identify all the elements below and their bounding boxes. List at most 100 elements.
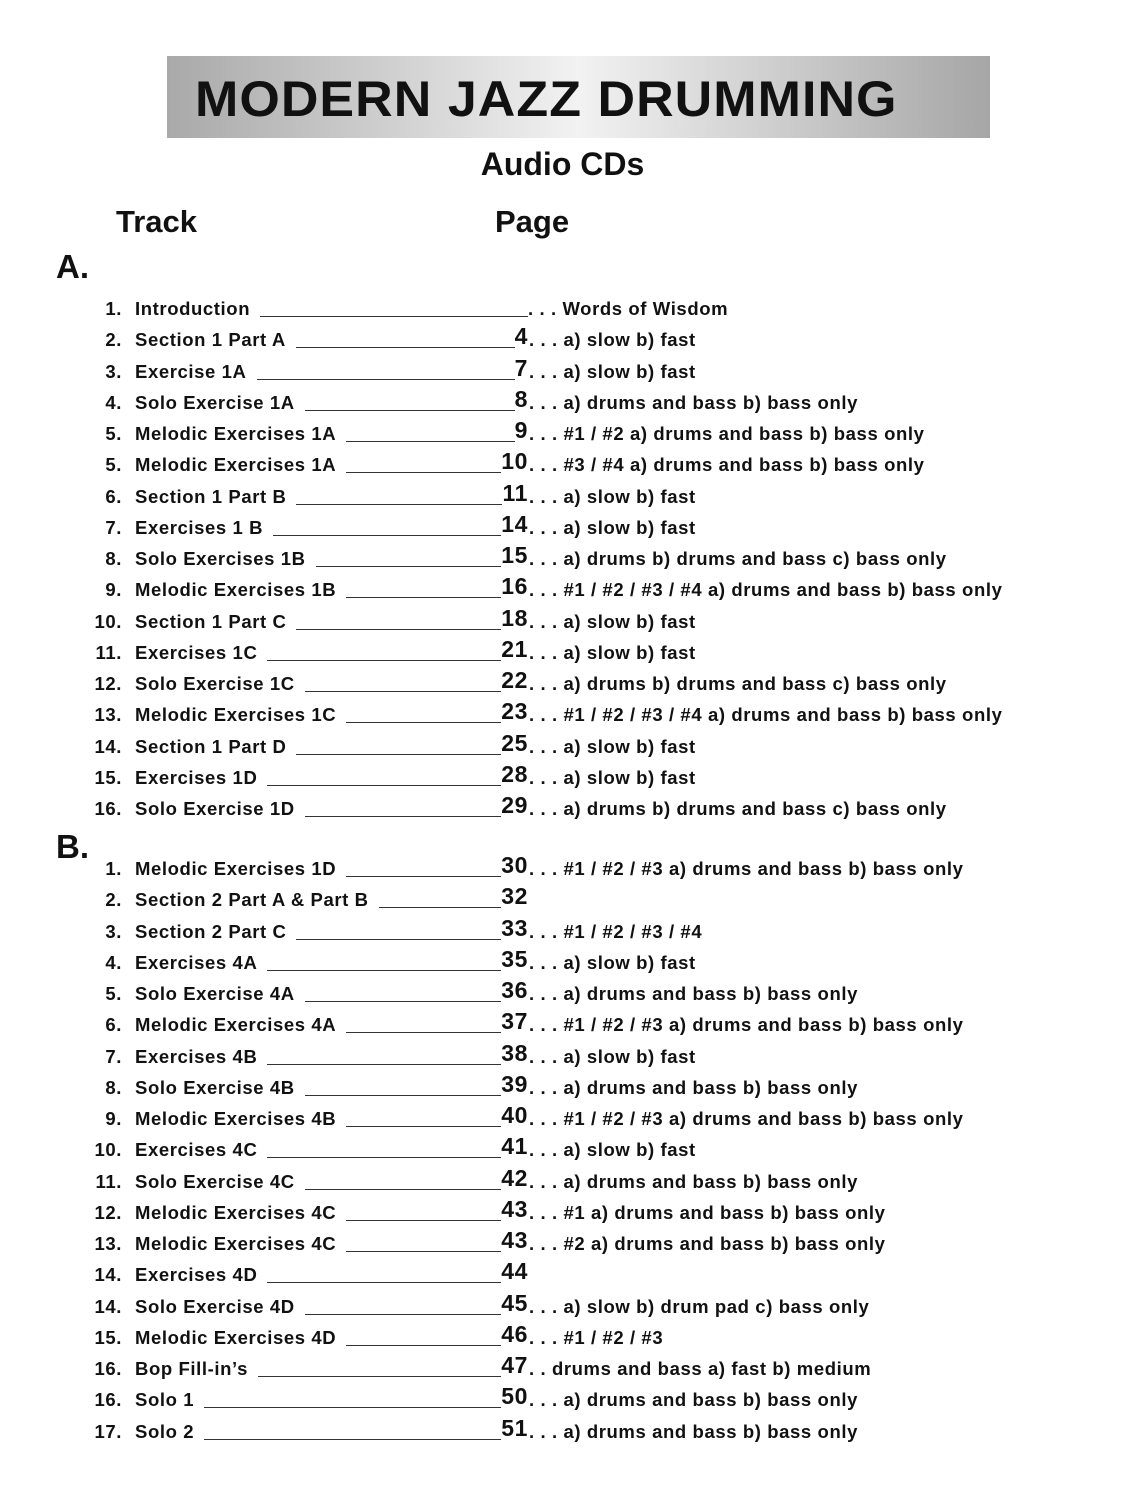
page-number: 9 [514,417,528,443]
leader-line [346,1251,501,1252]
page-number: 11 [502,479,528,506]
track-title: Solo Exercise 1D [135,798,295,819]
page-number: 15 [501,542,528,568]
track-description: . . . #2 a) drums and bass b) bass only [529,1233,886,1254]
leader-line [305,1313,501,1315]
track-title: Melodic Exercises 4A [135,1014,337,1036]
track-title: Melodic Exercises 1C [135,704,337,726]
track-number: 10. [94,1139,122,1161]
track-number: 8. [105,548,122,569]
track-number: 13. [94,1233,122,1254]
track-row: 4. Solo Exercise 1A 8. . . a) drums and ba… [0,386,1125,417]
page-number: 23 [501,698,528,725]
track-number: 16. [94,1389,122,1411]
track-row: 2. Section 1 Part A 4. . . a) slow b) fast [0,323,1125,354]
page-number: 8 [514,385,528,412]
leader-line [305,691,501,692]
track-description: . . . a) slow b) fast [529,1045,696,1067]
leader-line [204,1438,501,1440]
page-number: 36 [501,977,528,1003]
track-number: 5. [105,454,122,476]
page-number: 14 [501,510,528,537]
track-description: . . . a) slow b) drum pad c) bass only [529,1295,870,1317]
track-number: 16. [94,798,122,819]
track-title: Section 2 Part C [135,920,287,942]
page-number: 40 [501,1102,528,1128]
track-description: . . . a) slow b) fast [529,766,696,788]
page-number: 42 [501,1164,528,1191]
track-row: 15. Melodic Exercises 4D 46. . . #1 / #2 /… [0,1321,1125,1352]
track-title: Melodic Exercises 1D [135,858,337,879]
track-title: Section 2 Part A & Part B [135,889,369,911]
track-number: 6. [105,1014,122,1036]
track-number: 14. [94,1295,122,1317]
track-row: 10. Section 1 Part C 18. . . a) slow b) fa… [0,605,1125,636]
track-description: . . . a) drums and bass b) bass only [529,1389,858,1411]
leader-line [346,1126,501,1127]
leader-line [346,1344,501,1346]
track-row: 16. Solo 1 50. . . a) drums and bass b) ba… [0,1383,1125,1414]
leader-line [296,628,501,630]
track-description: . . . #1 / #2 / #3 a) drums and bass b) … [529,1014,964,1036]
track-number: 13. [94,704,122,726]
page-number: 50 [501,1383,528,1410]
track-number: 3. [105,920,122,942]
track-description: . . . #1 / #2 / #3 a) drums and bass b) … [529,1108,964,1129]
track-number: 11. [95,1170,122,1192]
track-row: 8. Solo Exercises 1B 15. . . a) drums b) d… [0,542,1125,573]
track-description: . . . a) drums and bass b) bass only [529,1420,858,1442]
leader-line [267,969,501,971]
track-number: 3. [105,360,122,382]
track-description: . . . a) slow b) fast [529,360,696,382]
track-description: . . . a) slow b) fast [529,641,696,663]
track-number: 8. [105,1076,122,1098]
track-row: 12. Solo Exercise 1C 22. . . a) drums b) d… [0,667,1125,698]
track-description: . . drums and bass a) fast b) medium [529,1358,872,1379]
track-number: 4. [105,391,122,413]
track-title: Melodic Exercises 4B [135,1108,337,1129]
leader-line [346,472,501,474]
track-title: Exercises 4C [135,1139,258,1161]
track-title: Exercises 4D [135,1264,258,1286]
track-title: Melodic Exercises 1A [135,423,337,444]
track-number: 9. [105,1108,122,1129]
track-title: Section 1 Part B [135,485,287,507]
track-title: Solo 2 [135,1420,195,1442]
track-description: . . . #3 / #4 a) drums and bass b) bass … [529,454,925,476]
page-number: 38 [501,1039,528,1066]
page-number: 45 [501,1289,528,1316]
page-number: 35 [501,945,528,972]
leader-line [305,409,515,411]
track-description: . . . a) drums and bass b) bass only [529,1170,858,1192]
track-number: 2. [105,329,122,351]
track-description: . . . a) slow b) fast [529,485,696,507]
leader-line [346,597,501,599]
column-header-page: Page [495,204,570,239]
track-row: 3. Exercise 1A 7. . . a) slow b) fast [0,355,1125,386]
track-description: . . . a) drums and bass b) bass only [529,1076,858,1098]
track-row: 5. Melodic Exercises 1A 10. . . #3 / #4 a)… [0,448,1125,479]
page-number: 18 [501,604,528,631]
leader-line [346,876,501,877]
page-number: 7 [514,354,528,381]
track-number: 6. [105,485,122,507]
leader-line [346,441,515,442]
leader-line [346,1032,501,1034]
track-number: 11. [95,641,122,663]
track-row: 13. Melodic Exercises 4C 43. . . #2 a) dru… [0,1227,1125,1258]
track-description: . . . a) slow b) fast [529,951,696,973]
track-row: 16. Solo Exercise 1D 29. . . a) drums b) d… [0,792,1125,823]
title-banner: MODERN JAZZ DRUMMING [167,56,990,138]
track-description: . . . a) slow b) fast [529,329,696,351]
track-description: . . . Words of Wisdom [528,298,729,319]
track-description: . . . a) drums b) drums and bass c) bass… [529,673,947,694]
track-title: Solo Exercise 1C [135,673,295,694]
leader-line [258,1376,501,1377]
track-title: Melodic Exercises 1A [135,454,337,476]
page-number: 29 [501,792,528,818]
track-number: 7. [105,1045,122,1067]
page-number: 47 [501,1352,528,1378]
track-number: 15. [94,766,122,788]
leader-line [204,1407,501,1409]
track-number: 2. [105,889,122,911]
